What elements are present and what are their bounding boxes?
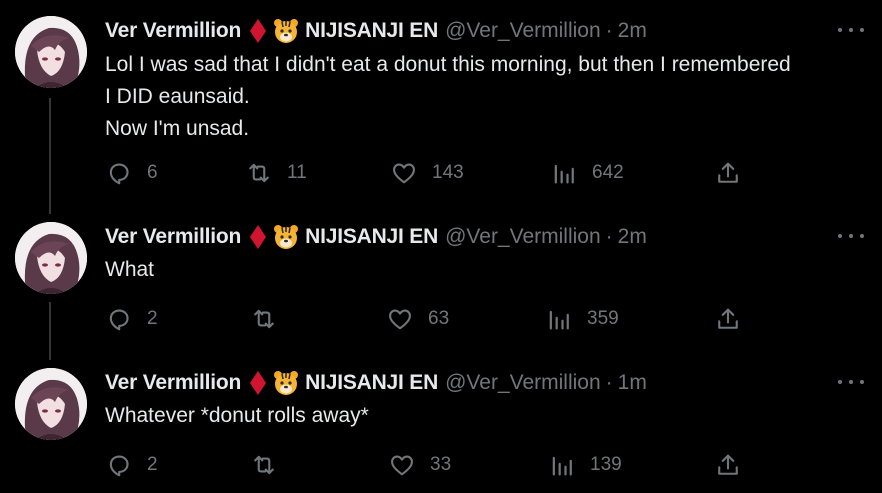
views-chart-icon xyxy=(554,164,574,184)
reply-button[interactable]: 2 xyxy=(105,450,158,480)
views-button[interactable]: 642 xyxy=(550,158,624,188)
reply-count: 2 xyxy=(147,454,158,475)
affiliation-label: NIJISANJI EN xyxy=(305,19,439,42)
share-icon xyxy=(718,308,738,329)
views-count: 139 xyxy=(590,454,622,475)
tweet-actions: 2 33 139 xyxy=(105,450,865,480)
retweet-count: 11 xyxy=(287,162,307,183)
tiger-face-icon xyxy=(274,225,299,249)
tiger-face-icon xyxy=(274,19,299,43)
tweet-header: Ver Vermillion NIJISANJI EN @Ver_Vermill… xyxy=(105,222,647,252)
views-count: 642 xyxy=(592,162,624,183)
tweet[interactable]: Ver Vermillion NIJISANJI EN @Ver_Vermill… xyxy=(0,16,882,196)
avatar-image xyxy=(15,16,87,88)
separator-dot: · xyxy=(605,19,613,42)
user-handle[interactable]: @Ver_Vermillion xyxy=(445,371,601,395)
display-name[interactable]: Ver Vermillion xyxy=(105,225,241,249)
tweet-text-line: Whatever *donut rolls away* xyxy=(105,404,369,427)
tiger-face-icon xyxy=(274,371,299,395)
heart-icon xyxy=(393,163,415,184)
tweet-actions: 2 63 359 xyxy=(105,304,865,334)
affiliation-label: NIJISANJI EN xyxy=(305,371,439,394)
tweet-text: Whatever *donut rolls away* xyxy=(105,400,875,432)
views-count: 359 xyxy=(587,308,619,329)
more-options-icon[interactable] xyxy=(838,226,864,246)
tweet-text: Lol I was sad that I didn't eat a donut … xyxy=(105,49,875,145)
retweet-icon xyxy=(254,455,274,475)
separator-dot: · xyxy=(605,225,613,248)
avatar-image xyxy=(15,368,87,440)
views-chart-icon xyxy=(552,456,572,476)
avatar[interactable] xyxy=(15,222,87,294)
like-button[interactable]: 63 xyxy=(386,304,449,334)
heart-icon xyxy=(389,309,411,330)
reply-count: 2 xyxy=(147,308,158,329)
tweet-actions: 6 11 143 642 xyxy=(105,158,865,188)
reply-icon xyxy=(109,455,129,477)
tweet-text-line: I DID eaunsaid. xyxy=(105,85,250,108)
more-options-icon[interactable] xyxy=(838,372,864,392)
user-handle[interactable]: @Ver_Vermillion xyxy=(445,225,601,249)
separator-dot: · xyxy=(605,371,613,394)
tweet[interactable]: Ver Vermillion NIJISANJI EN @Ver_Vermill… xyxy=(0,368,882,488)
reply-icon xyxy=(109,309,129,331)
tweet[interactable]: Ver Vermillion NIJISANJI EN @Ver_Vermill… xyxy=(0,222,882,342)
views-chart-icon xyxy=(549,310,569,330)
display-name[interactable]: Ver Vermillion xyxy=(105,19,241,43)
more-options-icon[interactable] xyxy=(838,20,864,40)
avatar[interactable] xyxy=(15,16,87,88)
avatar-image xyxy=(15,222,87,294)
tweet-text-line: Lol I was sad that I didn't eat a donut … xyxy=(105,53,791,76)
retweet-icon xyxy=(254,309,274,329)
display-name[interactable]: Ver Vermillion xyxy=(105,371,241,395)
retweet-icon xyxy=(249,163,269,183)
reply-button[interactable]: 2 xyxy=(105,304,158,334)
avatar[interactable] xyxy=(15,368,87,440)
timestamp[interactable]: 2m xyxy=(618,225,647,249)
tweet-text-line: Now I'm unsad. xyxy=(105,117,250,140)
views-button[interactable]: 359 xyxy=(545,304,619,334)
red-diamond-icon xyxy=(250,19,267,43)
tweet-header: Ver Vermillion NIJISANJI EN @Ver_Vermill… xyxy=(105,368,647,398)
like-count: 143 xyxy=(432,162,464,183)
reply-count: 6 xyxy=(147,162,158,183)
views-button[interactable]: 139 xyxy=(548,450,622,480)
affiliation-label: NIJISANJI EN xyxy=(305,225,439,248)
like-count: 33 xyxy=(430,454,452,475)
share-button[interactable] xyxy=(714,158,742,188)
user-handle[interactable]: @Ver_Vermillion xyxy=(445,19,601,43)
heart-icon xyxy=(391,455,413,476)
timestamp[interactable]: 2m xyxy=(618,19,647,43)
tweet-text-line: What xyxy=(105,258,155,281)
share-icon xyxy=(718,454,738,475)
share-button[interactable] xyxy=(714,450,742,480)
like-button[interactable]: 143 xyxy=(390,158,464,188)
retweet-button[interactable] xyxy=(250,450,292,480)
red-diamond-icon xyxy=(250,371,267,395)
tweet-header: Ver Vermillion NIJISANJI EN @Ver_Vermill… xyxy=(105,16,647,46)
tweet-text: What xyxy=(105,254,875,286)
retweet-button[interactable]: 11 xyxy=(245,158,307,188)
share-button[interactable] xyxy=(714,304,742,334)
like-count: 63 xyxy=(428,308,450,329)
reply-button[interactable]: 6 xyxy=(105,158,158,188)
red-diamond-icon xyxy=(250,225,267,249)
share-icon xyxy=(718,162,738,183)
like-button[interactable]: 33 xyxy=(388,450,451,480)
reply-icon xyxy=(109,163,129,185)
timestamp[interactable]: 1m xyxy=(618,371,647,395)
retweet-button[interactable] xyxy=(250,304,292,334)
